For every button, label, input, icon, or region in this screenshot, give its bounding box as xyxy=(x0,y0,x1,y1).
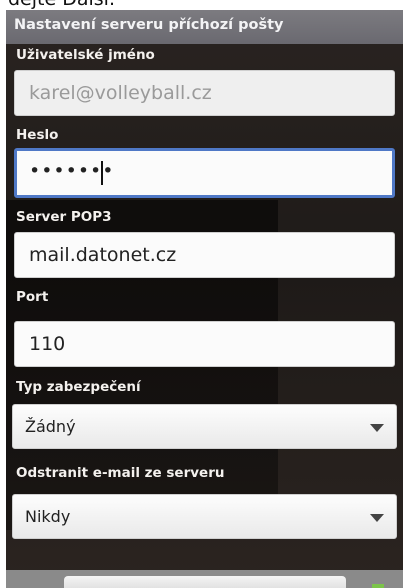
triangle-down-icon xyxy=(370,424,384,432)
phone-screen: Nastavení serveru příchozí pošty Uživate… xyxy=(6,10,403,588)
delete-email-select[interactable]: Nikdy xyxy=(12,494,397,539)
caption-text: dejte Další. xyxy=(8,0,115,10)
bottom-button-bar xyxy=(6,570,403,588)
port-label: Port xyxy=(16,289,49,305)
username-label: Uživatelské jméno xyxy=(16,47,155,63)
pop3-server-label: Server POP3 xyxy=(16,209,112,225)
security-type-value: Žádný xyxy=(25,417,76,436)
pop3-server-value: mail.datonet.cz xyxy=(29,244,177,266)
security-type-select[interactable]: Žádný xyxy=(12,404,397,449)
page-title: Nastavení serveru příchozí pošty xyxy=(14,17,284,33)
username-value: karel@volleyball.cz xyxy=(29,82,212,104)
delete-email-value: Nikdy xyxy=(25,507,71,526)
indicator-light-icon xyxy=(372,584,384,588)
triangle-down-icon xyxy=(370,514,384,522)
next-button[interactable] xyxy=(64,576,384,588)
pop3-server-field[interactable]: mail.datonet.cz xyxy=(14,232,395,278)
password-field[interactable]: ••••••• xyxy=(14,148,395,198)
password-label: Heslo xyxy=(16,127,59,143)
username-field[interactable]: karel@volleyball.cz xyxy=(14,70,395,116)
text-cursor xyxy=(101,161,103,185)
port-field[interactable]: 110 xyxy=(14,321,395,367)
port-value: 110 xyxy=(29,333,66,355)
security-type-label: Typ zabezpečení xyxy=(16,379,141,395)
caption-strip: dejte Další. xyxy=(0,0,412,10)
delete-email-label: Odstranit e-mail ze serveru xyxy=(16,465,225,481)
title-bar: Nastavení serveru příchozí pošty xyxy=(6,10,403,44)
